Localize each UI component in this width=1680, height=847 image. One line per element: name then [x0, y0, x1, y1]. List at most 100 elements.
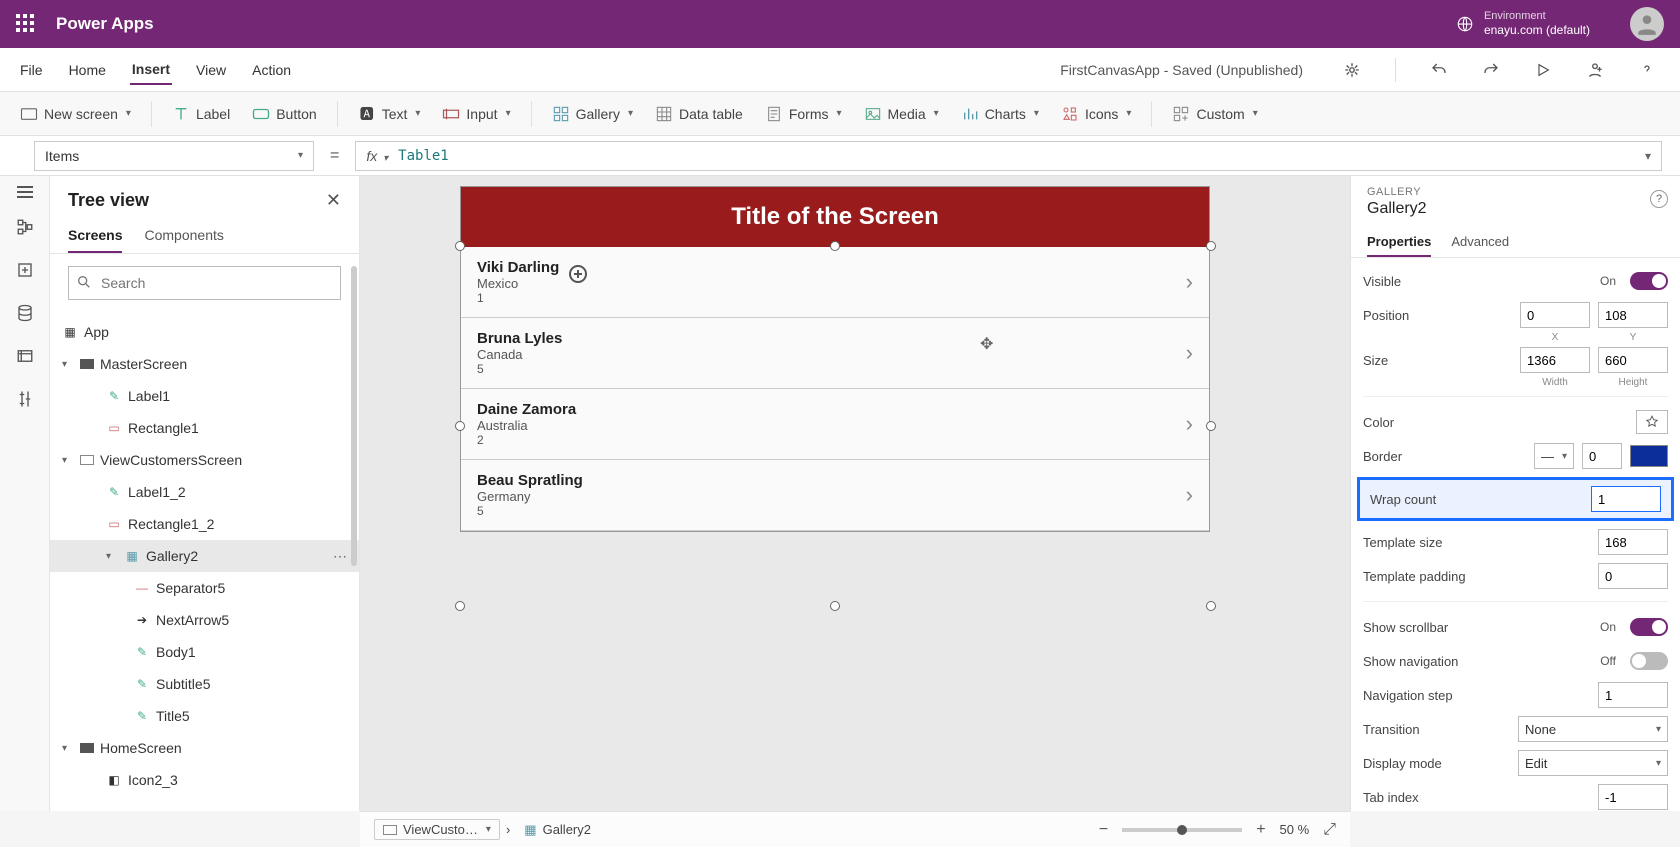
display-mode-select[interactable]: Edit▾ [1518, 750, 1668, 776]
tree-view-icon[interactable] [16, 218, 34, 241]
help-icon[interactable]: ? [1650, 190, 1668, 208]
template-padding-input[interactable] [1598, 563, 1668, 589]
navigation-step-input[interactable] [1598, 682, 1668, 708]
tree-homescreen[interactable]: ▾HomeScreen [50, 732, 359, 764]
zoom-slider[interactable] [1122, 828, 1242, 832]
tree-icon2-3[interactable]: ◧Icon2_3 [50, 764, 359, 796]
chevron-right-icon[interactable]: › [1186, 411, 1193, 437]
scrollbar-toggle[interactable] [1630, 618, 1668, 636]
tree-masterscreen[interactable]: ▾MasterScreen [50, 348, 359, 380]
formula-value[interactable]: Table1 [398, 148, 449, 164]
data-icon[interactable] [16, 304, 34, 327]
border-color-swatch[interactable] [1630, 445, 1668, 467]
border-width-input[interactable] [1582, 443, 1622, 469]
chevron-right-icon[interactable]: › [1186, 482, 1193, 508]
label-button[interactable]: Label [170, 101, 232, 127]
transition-select[interactable]: None▾ [1518, 716, 1668, 742]
visible-toggle[interactable] [1630, 272, 1668, 290]
wrap-count-input[interactable] [1591, 486, 1661, 512]
breadcrumb-screen[interactable]: ViewCusto…▾ [374, 819, 500, 840]
tree-subtitle5[interactable]: ✎Subtitle5 [50, 668, 359, 700]
tree-nextarrow5[interactable]: ➔NextArrow5 [50, 604, 359, 636]
more-icon[interactable]: ⋯ [333, 548, 349, 565]
property-selector[interactable]: Items ▾ [34, 141, 314, 171]
tab-components[interactable]: Components [144, 219, 223, 253]
position-x-input[interactable] [1520, 302, 1590, 328]
chevron-right-icon[interactable]: › [1186, 340, 1193, 366]
help-icon[interactable] [1632, 55, 1662, 85]
height-input[interactable] [1598, 347, 1668, 373]
selection-handle[interactable] [455, 601, 465, 611]
selection-handle[interactable] [1206, 241, 1216, 251]
menu-insert[interactable]: Insert [130, 55, 172, 85]
chevron-right-icon[interactable]: › [1186, 269, 1193, 295]
gallery-row[interactable]: Viki DarlingMexico1› [461, 247, 1209, 318]
input-menu[interactable]: Input▾ [440, 101, 512, 127]
selection-handle[interactable] [1206, 421, 1216, 431]
selection-handle[interactable] [455, 241, 465, 251]
tree-label1[interactable]: ✎Label1 [50, 380, 359, 412]
gallery-row[interactable]: Beau SpratlingGermany5› [461, 460, 1209, 531]
zoom-out-button[interactable]: − [1099, 821, 1108, 839]
tree-rectangle1[interactable]: ▭Rectangle1 [50, 412, 359, 444]
icons-menu[interactable]: Icons▾ [1059, 101, 1134, 127]
fit-to-screen-icon[interactable]: ⤢ [1323, 821, 1336, 839]
menu-action[interactable]: Action [250, 56, 293, 84]
app-checker-icon[interactable] [1337, 55, 1367, 85]
tree-title5[interactable]: ✎Title5 [50, 700, 359, 732]
position-y-input[interactable] [1598, 302, 1668, 328]
share-icon[interactable] [1580, 55, 1610, 85]
charts-menu[interactable]: Charts▾ [959, 101, 1041, 127]
tree-label1-2[interactable]: ✎Label1_2 [50, 476, 359, 508]
search-input[interactable] [68, 266, 341, 300]
gallery-preview[interactable]: Viki DarlingMexico1› Bruna LylesCanada5›… [461, 247, 1209, 531]
tree-rectangle1-2[interactable]: ▭Rectangle1_2 [50, 508, 359, 540]
forms-menu[interactable]: Forms▾ [763, 101, 844, 127]
gallery-menu[interactable]: Gallery▾ [550, 101, 635, 127]
insert-pane-icon[interactable] [16, 261, 34, 284]
redo-icon[interactable] [1476, 55, 1506, 85]
gallery-row[interactable]: Daine ZamoraAustralia2› [461, 389, 1209, 460]
text-menu[interactable]: 🅰Text▾ [356, 101, 423, 127]
tab-screens[interactable]: Screens [68, 219, 122, 253]
tab-advanced[interactable]: Advanced [1451, 228, 1509, 257]
template-edit-icon[interactable] [569, 265, 587, 283]
menu-home[interactable]: Home [67, 56, 108, 84]
custom-menu[interactable]: Custom▾ [1170, 101, 1259, 127]
color-picker-button[interactable] [1636, 410, 1668, 434]
scrollbar[interactable] [351, 266, 357, 566]
environment-selector[interactable]: Environment enayu.com (default) [1456, 10, 1590, 38]
new-screen-button[interactable]: New screen▾ [18, 101, 133, 127]
fx-icon[interactable]: fx ▾ [366, 148, 388, 164]
selection-handle[interactable] [455, 421, 465, 431]
navigation-toggle[interactable] [1630, 652, 1668, 670]
hamburger-icon[interactable] [17, 186, 33, 198]
tree-body1[interactable]: ✎Body1 [50, 636, 359, 668]
play-icon[interactable] [1528, 55, 1558, 85]
selection-handle[interactable] [1206, 601, 1216, 611]
selection-handle[interactable] [830, 241, 840, 251]
tab-index-input[interactable] [1598, 784, 1668, 810]
user-avatar[interactable] [1630, 7, 1664, 41]
gallery-row[interactable]: Bruna LylesCanada5› [461, 318, 1209, 389]
advanced-tools-icon[interactable] [17, 390, 33, 413]
template-size-input[interactable] [1598, 529, 1668, 555]
close-icon[interactable]: ✕ [326, 190, 341, 211]
menu-file[interactable]: File [18, 56, 45, 84]
design-canvas[interactable]: Title of the Screen Viki DarlingMexico1›… [360, 176, 1350, 811]
zoom-in-button[interactable]: + [1256, 821, 1265, 839]
tree-separator5[interactable]: —Separator5 [50, 572, 359, 604]
tree-app-node[interactable]: ▦App [50, 316, 359, 348]
formula-expand-icon[interactable]: ▾ [1645, 149, 1651, 163]
undo-icon[interactable] [1424, 55, 1454, 85]
button-button[interactable]: Button [250, 101, 318, 127]
border-style-select[interactable]: —▾ [1534, 443, 1574, 469]
menu-view[interactable]: View [194, 56, 228, 84]
tab-properties[interactable]: Properties [1367, 228, 1431, 257]
tree-viewcustomers[interactable]: ▾ViewCustomersScreen [50, 444, 359, 476]
width-input[interactable] [1520, 347, 1590, 373]
breadcrumb-selected[interactable]: ▦Gallery2 [516, 820, 599, 840]
datatable-button[interactable]: Data table [653, 101, 745, 127]
selection-handle[interactable] [830, 601, 840, 611]
media-pane-icon[interactable] [16, 347, 34, 370]
